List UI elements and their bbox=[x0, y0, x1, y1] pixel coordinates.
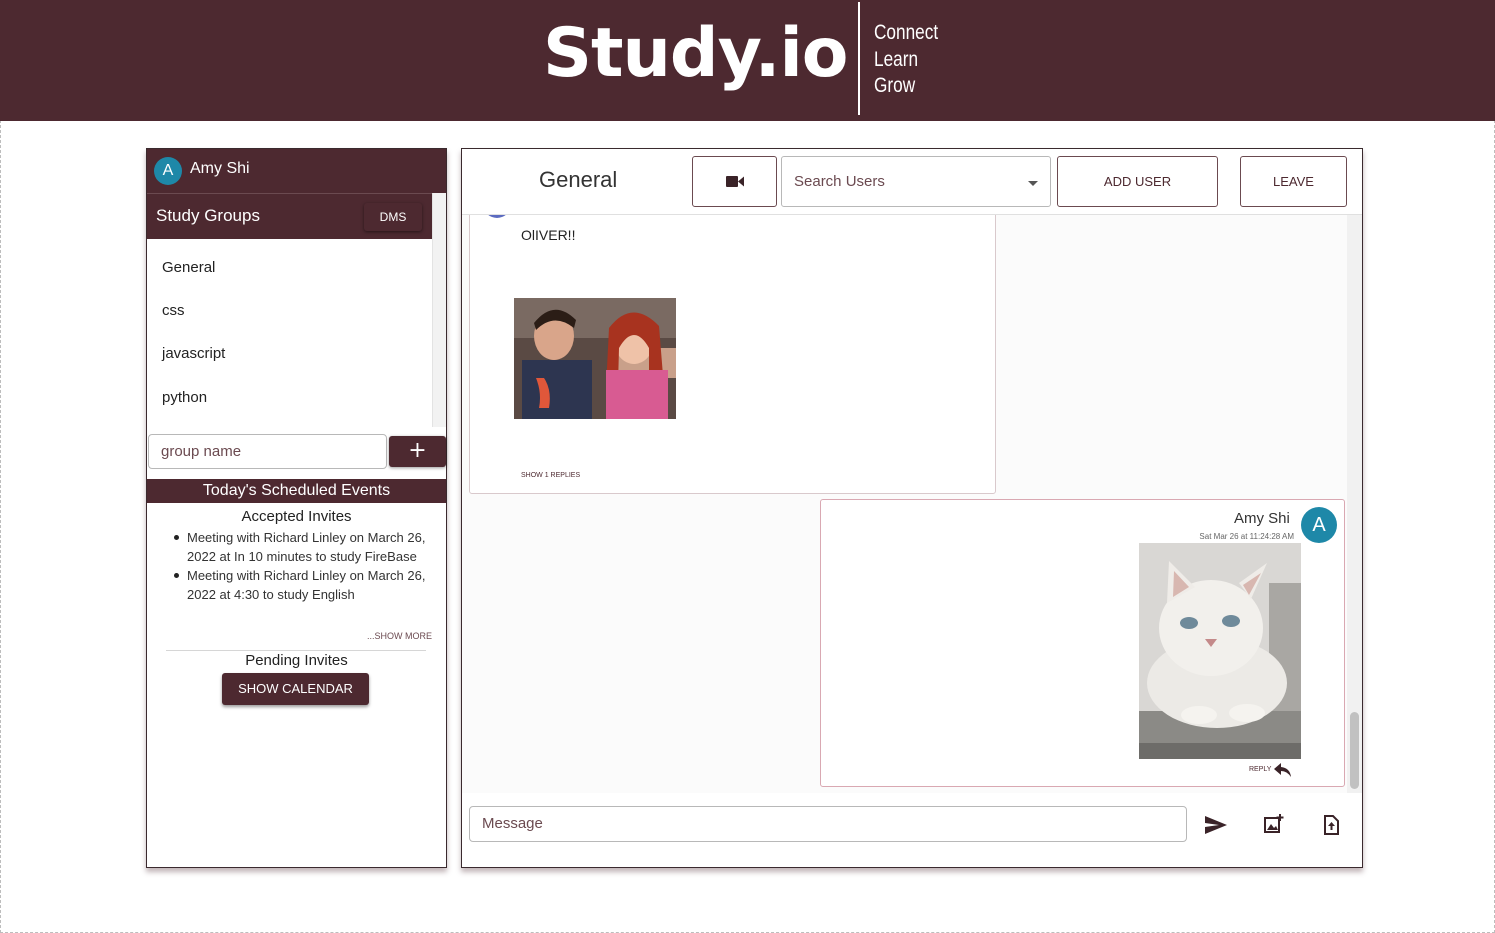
video-camera-icon bbox=[726, 176, 744, 187]
reply-link[interactable]: REPLY bbox=[1249, 766, 1271, 773]
group-item-css[interactable]: css bbox=[162, 302, 185, 319]
message-author: Amy Shi bbox=[1234, 510, 1290, 527]
user-bar: A Amy Shi bbox=[147, 149, 446, 193]
divider bbox=[166, 650, 426, 651]
group-list-scrollbar[interactable] bbox=[432, 193, 446, 427]
scheduled-events-header: Today's Scheduled Events bbox=[147, 479, 446, 503]
add-image-icon[interactable] bbox=[1264, 814, 1284, 834]
leave-button[interactable]: LEAVE bbox=[1240, 156, 1347, 207]
avatar[interactable]: A bbox=[154, 157, 182, 185]
logo: Study.io bbox=[543, 14, 849, 93]
app-header: Study.io Connect Learn Grow bbox=[0, 0, 1495, 121]
tagline-line: Learn bbox=[874, 47, 919, 71]
message-input[interactable]: Message bbox=[469, 806, 1187, 842]
dms-button[interactable]: DMS bbox=[364, 203, 422, 231]
logo-divider bbox=[858, 2, 860, 115]
add-group-button[interactable]: + bbox=[389, 436, 446, 467]
event-item: Meeting with Richard Linley on March 26,… bbox=[174, 566, 432, 604]
message-list: OlIVER!! SHOW 1 REPLIES Amy Shi Sat Mar … bbox=[462, 215, 1362, 793]
tagline: Connect Learn Grow bbox=[874, 20, 938, 100]
tagline-line: Grow bbox=[874, 74, 916, 97]
sidebar: A Amy Shi Study Groups DMS General css j… bbox=[146, 148, 447, 868]
channel-title: General bbox=[539, 167, 618, 192]
message-image bbox=[1139, 543, 1301, 759]
pending-invites-title: Pending Invites bbox=[245, 652, 348, 669]
message-card: Amy Shi Sat Mar 26 at 11:24:28 AM A REPL… bbox=[820, 499, 1345, 787]
group-item-javascript[interactable]: javascript bbox=[162, 345, 225, 362]
show-more-link[interactable]: ...SHOW MORE bbox=[347, 631, 432, 641]
avatar: A bbox=[1301, 507, 1337, 543]
video-call-button[interactable] bbox=[692, 156, 777, 207]
study-groups-header: Study Groups DMS bbox=[147, 193, 432, 239]
study-groups-title: Study Groups bbox=[156, 206, 260, 225]
message-timestamp: Sat Mar 26 at 11:24:28 AM bbox=[1199, 532, 1294, 541]
show-replies-link[interactable]: SHOW 1 REPLIES bbox=[521, 472, 580, 479]
group-list: General css javascript python bbox=[147, 239, 432, 427]
group-item-general[interactable]: General bbox=[162, 259, 215, 276]
plus-icon: + bbox=[408, 438, 427, 463]
avatar bbox=[483, 215, 511, 218]
dropdown-arrow-icon bbox=[1028, 181, 1038, 186]
scrollbar-thumb[interactable] bbox=[1350, 712, 1359, 789]
message-card: OlIVER!! SHOW 1 REPLIES bbox=[469, 215, 996, 494]
search-users-select[interactable]: Search Users bbox=[781, 156, 1051, 207]
group-item-python[interactable]: python bbox=[162, 389, 207, 406]
message-text: OlIVER!! bbox=[521, 227, 576, 243]
accepted-invites-title: Accepted Invites bbox=[241, 508, 352, 525]
group-name-input[interactable]: group name bbox=[148, 434, 387, 469]
upload-file-icon[interactable] bbox=[1323, 815, 1339, 835]
message-scrollbar[interactable] bbox=[1347, 215, 1362, 793]
search-users-placeholder: Search Users bbox=[794, 173, 885, 190]
tagline-line: Connect bbox=[874, 21, 939, 44]
reply-icon[interactable] bbox=[1274, 763, 1292, 777]
chat-panel: General Search Users ADD USER LEAVE OlIV… bbox=[461, 148, 1363, 868]
add-user-button[interactable]: ADD USER bbox=[1057, 156, 1218, 207]
user-name: Amy Shi bbox=[190, 160, 250, 177]
show-calendar-button[interactable]: SHOW CALENDAR bbox=[222, 673, 369, 705]
send-icon[interactable] bbox=[1205, 816, 1227, 834]
message-gif bbox=[514, 298, 676, 419]
accepted-events-list: Meeting with Richard Linley on March 26,… bbox=[174, 528, 432, 604]
event-item: Meeting with Richard Linley on March 26,… bbox=[174, 528, 432, 566]
